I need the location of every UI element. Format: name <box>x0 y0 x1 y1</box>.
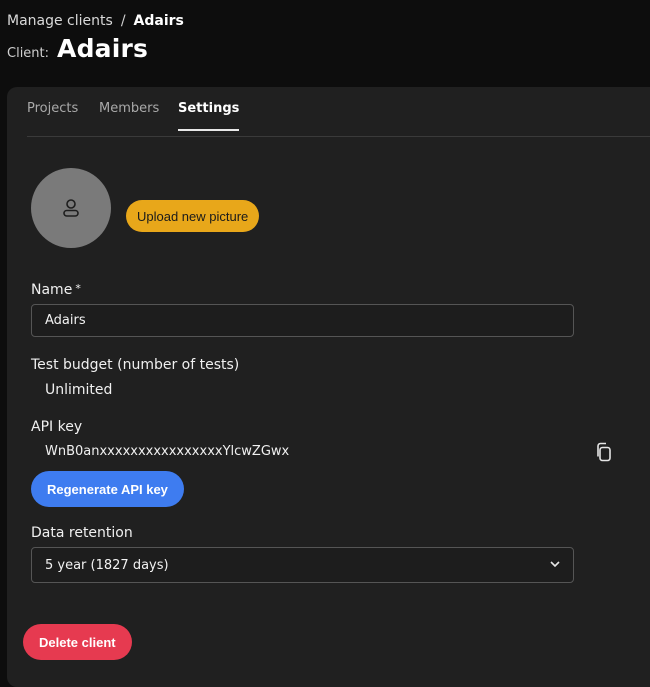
delete-client-button[interactable]: Delete client <box>23 624 132 660</box>
name-label: Name * <box>31 282 81 298</box>
breadcrumb-current: Adairs <box>133 13 184 29</box>
tab-members[interactable]: Members <box>99 101 159 129</box>
name-label-text: Name <box>31 282 73 298</box>
breadcrumb-separator: / <box>120 13 126 29</box>
required-mark: * <box>75 282 81 295</box>
breadcrumb-manage-clients-link[interactable]: Manage clients <box>7 13 113 29</box>
avatar <box>31 168 111 248</box>
tab-projects[interactable]: Projects <box>27 101 78 129</box>
user-icon <box>63 199 79 217</box>
budget-label: Test budget (number of tests) <box>31 357 240 373</box>
budget-value: Unlimited <box>45 382 113 398</box>
tab-settings[interactable]: Settings <box>178 101 240 131</box>
tab-bar: Projects Members Settings <box>27 87 650 137</box>
regenerate-api-key-button[interactable]: Regenerate API key <box>31 471 184 507</box>
api-key-label: API key <box>31 419 83 435</box>
breadcrumb: Manage clients / Adairs <box>7 13 184 29</box>
client-label: Client: <box>7 46 50 61</box>
retention-label: Data retention <box>31 525 133 541</box>
settings-panel: Projects Members Settings Upload new pic… <box>7 87 650 687</box>
client-name: Adairs <box>57 34 149 63</box>
page-title: Client: Adairs <box>7 34 148 63</box>
api-key-value: WnB0anxxxxxxxxxxxxxxxxYlcwZGwx <box>45 444 290 459</box>
name-field-value: Adairs <box>45 313 86 328</box>
name-field[interactable]: Adairs <box>31 304 574 337</box>
retention-select-value: 5 year (1827 days) <box>45 557 169 573</box>
copy-icon[interactable] <box>593 441 615 463</box>
retention-select[interactable]: 5 year (1827 days) <box>31 547 574 583</box>
upload-picture-button[interactable]: Upload new picture <box>126 200 260 232</box>
chevron-down-icon <box>550 561 560 568</box>
